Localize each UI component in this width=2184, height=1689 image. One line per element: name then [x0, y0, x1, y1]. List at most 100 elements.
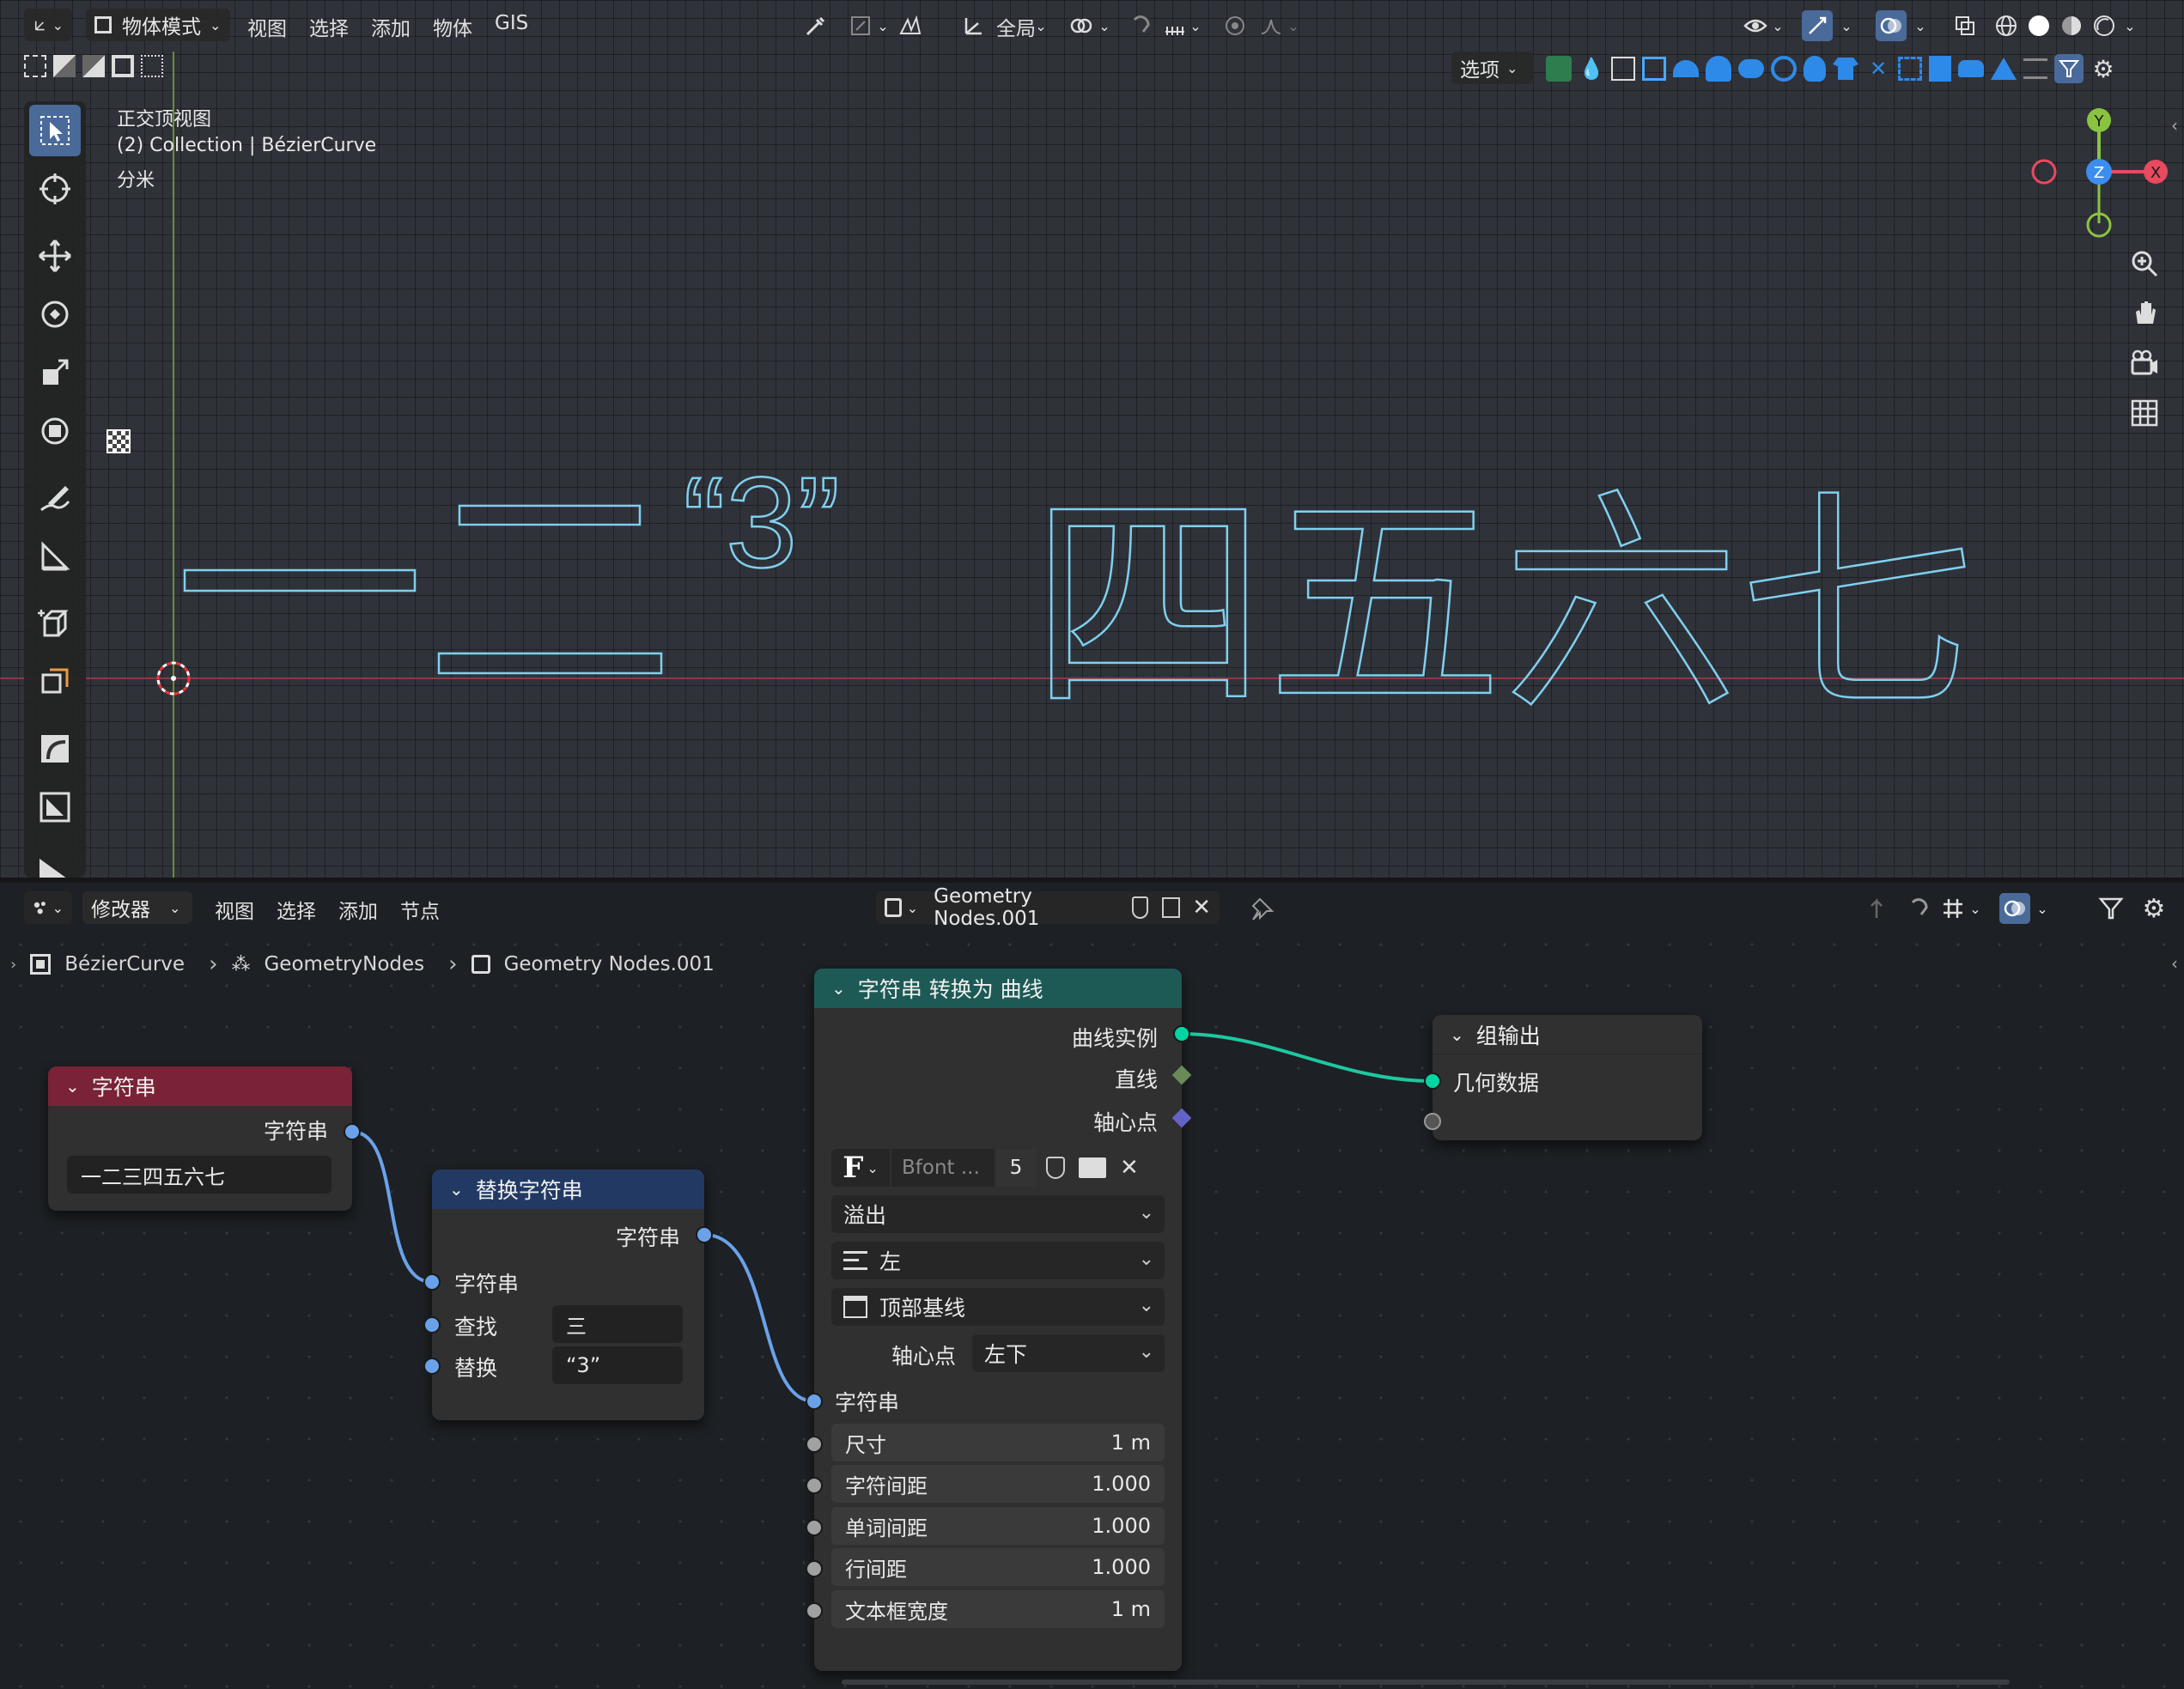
camera-view-icon[interactable] [2121, 340, 2168, 386]
film-reel-icon[interactable] [1771, 56, 1797, 82]
select-intersect-icon[interactable] [141, 55, 163, 77]
node-replace-string-header[interactable]: ⌄ 替换字符串 [432, 1170, 704, 1209]
chevron-down-icon[interactable]: ⌄ [1187, 10, 1204, 41]
select-invert-icon[interactable] [112, 55, 134, 77]
tool-rotate[interactable] [29, 289, 81, 340]
chevron-down-icon[interactable]: ⌄ [1912, 10, 1929, 41]
tool-transform[interactable] [29, 405, 81, 457]
options-dropdown[interactable]: 选项 ⌄ [1451, 52, 1534, 84]
link-string-to-replace[interactable] [351, 1130, 433, 1284]
font-name[interactable]: Bfont ... [891, 1149, 995, 1187]
node-string-input-header[interactable]: ⌄ 字符串 [48, 1066, 352, 1106]
rendered-shading-icon[interactable] [2089, 10, 2120, 41]
node-group-output[interactable]: ⌄ 组输出 几何数据 [1424, 1015, 1702, 1140]
xray-toggle-icon[interactable] [1950, 10, 1980, 41]
align-x-dropdown[interactable]: 左 ⌄ [831, 1242, 1165, 1279]
building-icon[interactable] [1929, 56, 1951, 82]
unlink-close-icon[interactable]: ✕ [1120, 1155, 1139, 1181]
tool-scale[interactable] [29, 347, 81, 398]
tool-knife[interactable] [29, 840, 81, 878]
tool-draw[interactable] [29, 781, 81, 833]
menu-view[interactable]: 视图 [240, 10, 294, 43]
snap-target-icon[interactable] [845, 10, 876, 41]
collapse-chevron-icon[interactable]: ⌄ [831, 978, 846, 999]
input-socket-string[interactable] [806, 1393, 823, 1410]
input-socket-size[interactable] [806, 1436, 823, 1453]
word-spacing-field[interactable]: 单词间距 1.000 [831, 1507, 1165, 1545]
input-socket-geometry[interactable] [1424, 1072, 1441, 1090]
tools-icon[interactable]: ✕ [1865, 56, 1891, 82]
tool-move[interactable] [29, 230, 81, 282]
node-string-input[interactable]: ⌄ 字符串 字符串 一二三四五六七 [48, 1066, 361, 1211]
wireframe-shading-icon[interactable] [1991, 10, 2022, 41]
menu-add[interactable]: 添加 [364, 10, 417, 43]
terrain-icon[interactable] [1991, 58, 2017, 80]
menu-gis[interactable]: GIS [488, 10, 535, 36]
plant-icon[interactable] [1546, 56, 1572, 82]
output-socket[interactable] [344, 1123, 361, 1140]
pivot-point-icon[interactable] [1065, 10, 1096, 41]
tool-select-box[interactable] [29, 105, 81, 156]
water-drop-icon[interactable]: 💧 [1579, 56, 1604, 82]
input-socket-empty[interactable] [1424, 1113, 1441, 1130]
chevron-down-icon[interactable]: ⌄ [1838, 10, 1855, 41]
node-group-output-header[interactable]: ⌄ 组输出 [1433, 1015, 1702, 1054]
solid-shading-icon[interactable] [2023, 10, 2054, 41]
shirt-icon[interactable] [1833, 58, 1859, 80]
select-box-icon[interactable] [24, 55, 46, 77]
chevron-down-icon[interactable]: ⌄ [2121, 10, 2138, 41]
chevron-down-icon[interactable]: ⌄ [1096, 10, 1113, 41]
input-socket-string[interactable] [423, 1273, 441, 1291]
pivot-dropdown[interactable]: 左下 ⌄ [972, 1334, 1165, 1372]
visibility-eye-icon[interactable] [1740, 10, 1771, 41]
collapse-chevron-icon[interactable]: ⌄ [449, 1179, 464, 1200]
hill-icon[interactable] [1673, 60, 1699, 77]
node-string-to-curves[interactable]: ⌄ 字符串 转换为 曲线 曲线实例 直线 轴心点 F ⌄ Bfont ... 5… [806, 969, 1192, 1671]
tool-cursor[interactable] [29, 163, 81, 215]
list-icon[interactable] [2023, 58, 2047, 79]
link-curves-to-output[interactable] [1181, 1032, 1433, 1083]
input-socket-character-spacing[interactable] [806, 1477, 823, 1494]
frame-icon[interactable] [1642, 57, 1666, 81]
overflow-dropdown[interactable]: 溢出 ⌄ [831, 1195, 1165, 1233]
chevron-down-icon[interactable]: ⌄ [1285, 10, 1302, 41]
tool-curve-radius[interactable] [29, 723, 81, 775]
menu-object[interactable]: 物体 [426, 10, 479, 43]
align-y-dropdown[interactable]: 顶部基线 ⌄ [831, 1288, 1165, 1326]
node-replace-string[interactable]: ⌄ 替换字符串 字符串 字符串 查找 三 替换 “3” [423, 1170, 713, 1420]
proportional-edit-icon[interactable] [1220, 10, 1250, 41]
menu-select[interactable]: 选择 [302, 10, 356, 43]
checker-icon[interactable] [106, 429, 131, 453]
size-field[interactable]: 尺寸 1 m [831, 1424, 1165, 1461]
output-socket-curve-instances[interactable] [1173, 1025, 1190, 1042]
tool-add-cube[interactable] [29, 598, 81, 649]
grid-perspective-icon[interactable] [2121, 390, 2168, 436]
collapse-chevron-icon[interactable]: ⌄ [65, 1076, 80, 1097]
tool-measure[interactable] [29, 531, 81, 582]
select-subtract-icon[interactable] [82, 55, 105, 77]
line-spacing-field[interactable]: 行间距 1.000 [831, 1548, 1165, 1586]
geometry-node-editor[interactable]: ⌄ 修改器 ⌄ 视图 选择 添加 节点 ⌄ Geometry Nodes.001… [0, 883, 2184, 1689]
text-curve-object[interactable]: “3” 四五六七 [0, 0, 2184, 878]
tool-annotate[interactable] [29, 472, 81, 524]
person-icon[interactable] [1706, 56, 1731, 82]
replace-value-field[interactable]: “3” [552, 1346, 683, 1384]
panel-icon[interactable] [1611, 57, 1635, 81]
snap-magnet-icon[interactable] [1125, 10, 1156, 41]
chevron-down-icon[interactable]: ⌄ [1769, 10, 1786, 41]
input-socket-replace[interactable] [423, 1358, 441, 1375]
input-socket-line-spacing[interactable] [806, 1560, 823, 1577]
select-extend-icon[interactable] [53, 55, 76, 77]
navigation-gizmo[interactable]: Y Z X [2027, 103, 2171, 247]
falloff-curve-icon[interactable] [1256, 10, 1287, 41]
overlay-toggle-icon[interactable] [1876, 10, 1907, 41]
string-value-field[interactable]: 一二三四五六七 [67, 1156, 332, 1194]
snap-increment-icon[interactable] [1159, 10, 1190, 41]
output-socket[interactable] [696, 1226, 713, 1243]
gizmo-toggle-icon[interactable] [1802, 10, 1833, 41]
chevron-down-icon[interactable]: ⌄ [874, 10, 891, 41]
find-value-field[interactable]: 三 [552, 1305, 683, 1343]
nodes-icon[interactable] [1898, 57, 1922, 81]
3d-viewport[interactable]: “3” 四五六七 ⌄ 物体模式 ⌄ 视图 选择 添加 物体 GIS ⌄ 全局 ⌄ [0, 0, 2184, 878]
font-users-count[interactable]: 5 [996, 1149, 1036, 1187]
